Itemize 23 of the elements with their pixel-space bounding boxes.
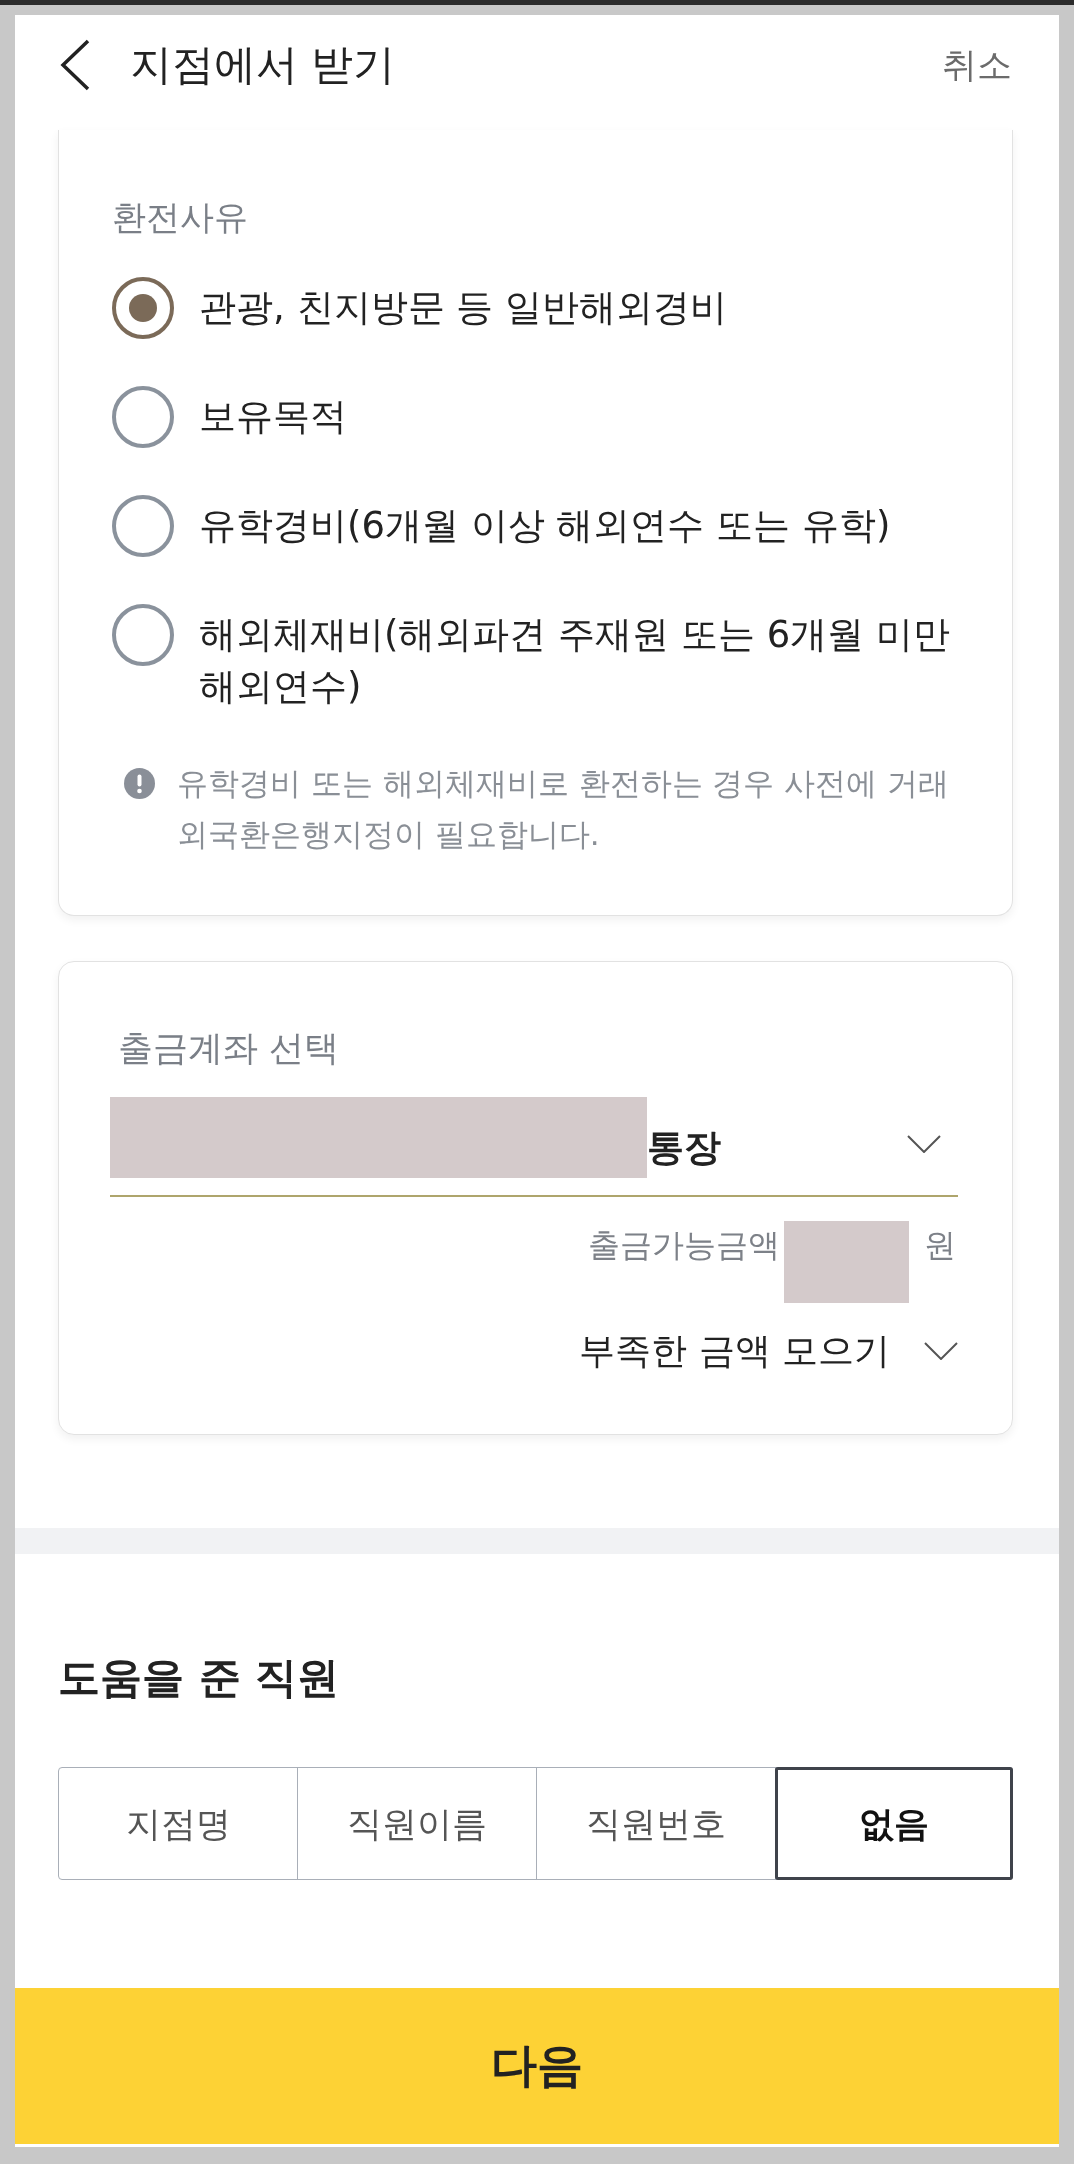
currency-unit: 원 bbox=[924, 1225, 956, 1266]
info-icon bbox=[124, 768, 155, 799]
next-button[interactable]: 다음 bbox=[15, 1988, 1059, 2144]
chevron-left-icon[interactable] bbox=[60, 39, 90, 91]
section-title: 도움을 준 직원 bbox=[58, 1652, 340, 1704]
section-label: 출금계좌 선택 bbox=[118, 1027, 340, 1070]
radio-option[interactable]: 관광, 친지방문 등 일반해외경비 bbox=[112, 277, 956, 339]
page-title: 지점에서 받기 bbox=[130, 39, 396, 91]
notice-text: 유학경비 또는 해외체재비로 환전하는 경우 사전에 거래 외국환은행지정이 필요합니다. bbox=[177, 764, 951, 854]
chevron-down-icon bbox=[907, 1135, 941, 1153]
radio-option[interactable]: 유학경비(6개월 이상 해외연수 또는 유학) bbox=[112, 495, 956, 557]
segment-tab[interactable]: 직원이름 bbox=[298, 1768, 537, 1879]
radio-option[interactable]: 보유목적 bbox=[112, 386, 956, 448]
account-select[interactable]: 통장 bbox=[110, 1097, 958, 1197]
cancel-button[interactable]: 취소 bbox=[942, 40, 1012, 90]
balance-label: 출금가능금액 bbox=[588, 1225, 780, 1266]
segment-tab[interactable]: 없음 bbox=[775, 1767, 1013, 1880]
radio-option[interactable]: 해외체재비(해외파견 주재원 또는 6개월 미만 해외연수) bbox=[112, 604, 956, 713]
section-label: 환전사유 bbox=[112, 196, 248, 239]
segment-tab[interactable]: 직원번호 bbox=[537, 1768, 776, 1879]
collect-shortfall-button[interactable]: 부족한 금액 모으기 bbox=[579, 1326, 958, 1376]
segment-tab[interactable]: 지점명 bbox=[59, 1768, 298, 1879]
chevron-down-icon bbox=[924, 1342, 958, 1360]
